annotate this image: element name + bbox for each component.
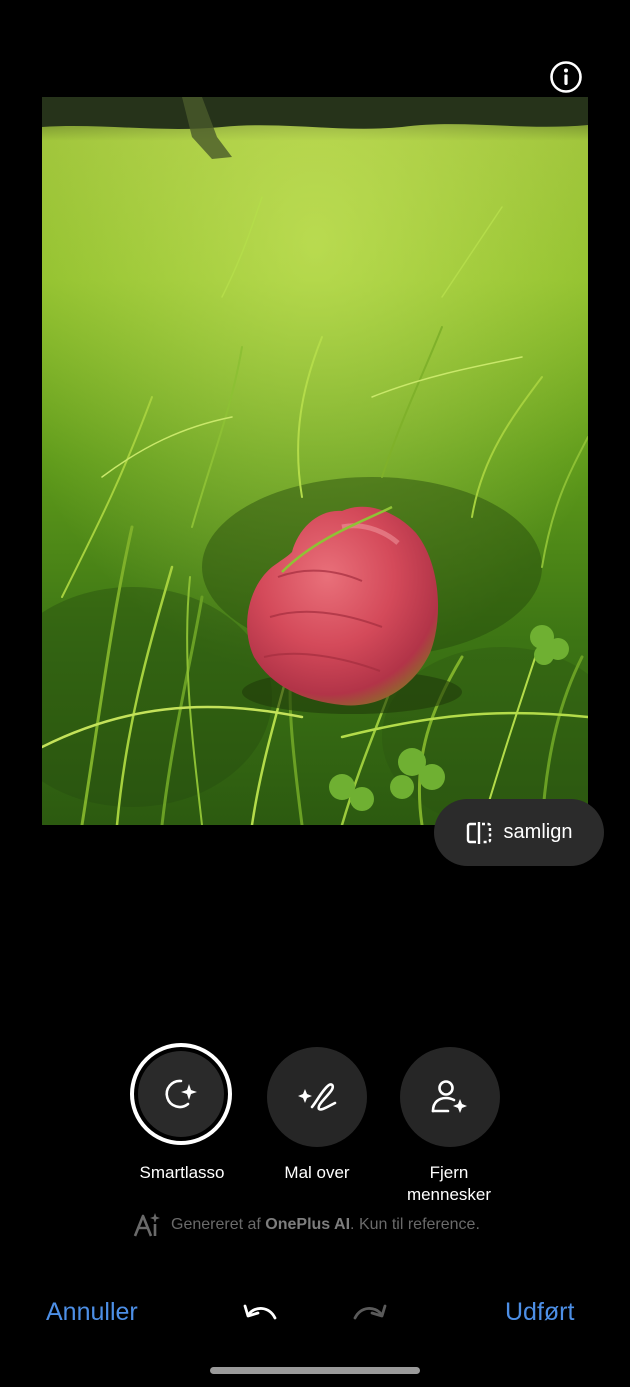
ai-disclaimer-suffix: . Kun til reference. xyxy=(350,1216,480,1233)
edited-photo xyxy=(42,97,588,825)
fjern-mennesker-label: Fjern mennesker xyxy=(369,1162,529,1206)
smartlasso-button[interactable] xyxy=(130,1043,232,1145)
fjern-mennesker-button[interactable] xyxy=(400,1047,500,1147)
ai-sparkle-icon xyxy=(133,1213,160,1237)
cancel-button[interactable]: Annuller xyxy=(46,1298,138,1327)
compare-label: samlign xyxy=(503,821,573,843)
info-button[interactable] xyxy=(549,60,583,94)
undo-icon xyxy=(243,1304,277,1320)
person-sparkle-icon xyxy=(431,1080,467,1113)
compare-button[interactable]: samlign xyxy=(434,799,604,866)
compare-split-icon xyxy=(466,821,491,844)
ai-disclaimer: Genereret af OnePlus AI. Kun til referen… xyxy=(133,1212,480,1238)
ai-disclaimer-prefix: Genereret af xyxy=(171,1216,266,1233)
fjern-mennesker-label-line2: mennesker xyxy=(406,1185,492,1204)
brush-sparkle-icon xyxy=(298,1083,337,1111)
info-icon xyxy=(550,61,582,93)
home-indicator[interactable] xyxy=(210,1367,420,1374)
lasso-sparkle-icon xyxy=(165,1079,197,1109)
undo-button[interactable] xyxy=(241,1300,279,1330)
fjern-mennesker-label-line1: Fjern xyxy=(429,1163,469,1182)
ai-disclaimer-brand: OnePlus AI xyxy=(265,1216,351,1233)
redo-icon xyxy=(353,1304,387,1320)
redo-button[interactable] xyxy=(351,1300,389,1330)
mal-over-button[interactable] xyxy=(267,1047,367,1147)
done-button[interactable]: Udført xyxy=(505,1298,574,1327)
ai-disclaimer-text: Genereret af OnePlus AI. Kun til referen… xyxy=(171,1216,480,1234)
